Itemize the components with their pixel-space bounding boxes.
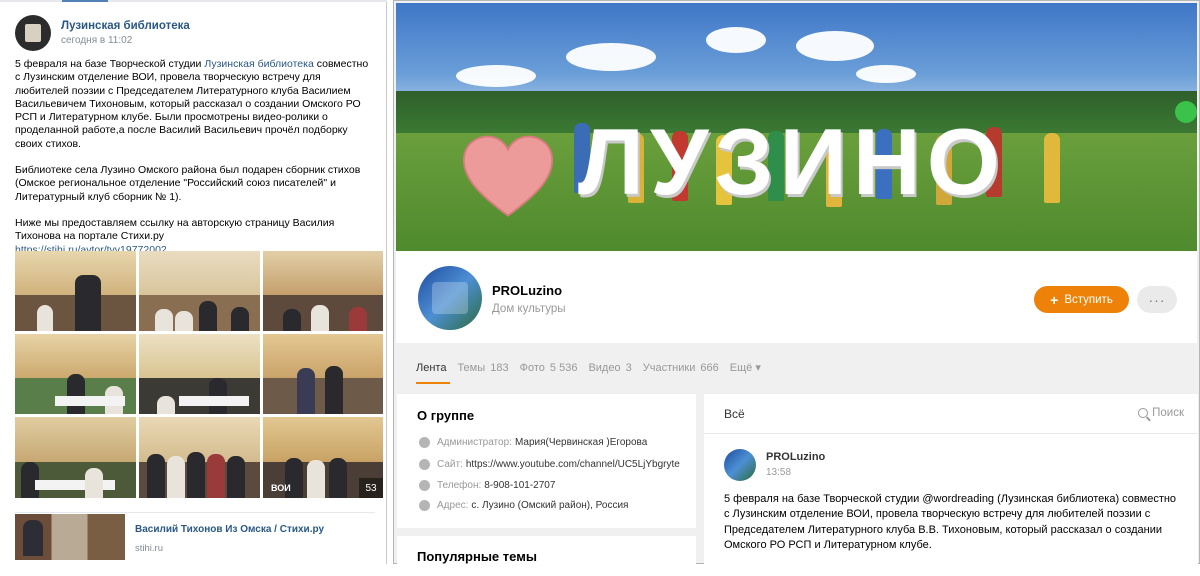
tab-members-count: 666 [700, 361, 719, 374]
post-time: 13:58 [766, 467, 792, 478]
vk-text-part1: 5 февраля на базе Творческой студии [15, 58, 205, 70]
vk-link-card-thumbnail[interactable] [15, 514, 125, 560]
ok-feed-card: Всё Поиск PROLuzino 13:58 5 февраля на б… [704, 394, 1198, 569]
popular-topics-card: Популярные темы [397, 536, 696, 576]
vk-photo-7[interactable] [15, 417, 136, 498]
green-balloon-icon [1175, 101, 1197, 123]
vk-photo-more-count[interactable]: 53 [359, 478, 383, 498]
ok-group-type: Дом культуры [492, 303, 566, 315]
vk-photo-1[interactable] [15, 251, 136, 331]
vk-photo-5[interactable] [139, 334, 260, 414]
vk-photo-label: ВОИ [271, 483, 291, 493]
vk-post-time[interactable]: сегодня в 11:02 [61, 35, 190, 46]
phone-icon [419, 480, 430, 491]
vk-link-card[interactable]: Василий Тихонов Из Омска / Стихи.ру stih… [15, 512, 375, 560]
vk-post-header: Лузинская библиотека сегодня в 11:02 [15, 15, 190, 51]
ok-group-header-card: ЛУЗИНО PROLuzino Дом культуры + Вступить… [396, 3, 1197, 384]
feed-header: Всё Поиск [704, 394, 1198, 434]
admin-name[interactable]: Мария(Червинская )Егорова [515, 437, 647, 448]
ok-group-tabs: Лента Темы 183 Фото 5 536 Видео 3 Участн… [416, 361, 772, 375]
about-phone-row: Телефон: 8-908-101-2707 [419, 480, 555, 491]
vk-post-panel: Лузинская библиотека сегодня в 11:02 5 ф… [0, 0, 387, 564]
more-options-button[interactable]: ··· [1137, 286, 1177, 313]
post-text: 5 февраля на базе Творческой студии @wor… [724, 493, 1177, 551]
about-group-card: О группе Администратор: Мария(Червинская… [397, 394, 696, 528]
vk-text-part2: совместно с Лузинским отделение ВОИ, про… [15, 58, 369, 150]
post-author-name[interactable]: PROLuzino [766, 451, 825, 463]
active-tab-indicator [416, 382, 450, 384]
location-pin-icon [419, 500, 430, 511]
vk-post-text: 5 февраля на базе Творческой студии Лузи… [15, 58, 375, 257]
tab-members[interactable]: Участники 666 [643, 362, 719, 374]
ok-group-page: ЛУЗИНО PROLuzino Дом культуры + Вступить… [393, 0, 1200, 576]
vk-text-paragraph3: Ниже мы предоставляем ссылку на авторску… [15, 216, 335, 243]
ok-cover-photo[interactable]: ЛУЗИНО [396, 3, 1197, 251]
globe-icon [419, 459, 430, 470]
vk-photo-grid: ВОИ 53 [15, 251, 383, 498]
site-link[interactable]: https://www.youtube.com/channel/UC5LjYbg… [466, 459, 680, 470]
vk-photo-9[interactable]: ВОИ 53 [263, 417, 383, 498]
about-group-title: О группе [417, 408, 475, 423]
about-address-row: Адрес: с. Лузино (Омский район), Россия [419, 500, 628, 511]
vk-photo-8[interactable] [139, 417, 260, 498]
tab-topics[interactable]: Темы 183 [457, 362, 508, 374]
tab-feed[interactable]: Лента [416, 362, 446, 374]
vk-mention-link[interactable]: Лузинская библиотека [204, 58, 313, 70]
vk-link-card-domain: stihi.ru [135, 543, 163, 554]
heart-sculpture-icon [462, 135, 554, 217]
ok-cover-word: ЛУЗИНО [578, 109, 1006, 214]
ok-group-name[interactable]: PROLuzino [492, 283, 562, 298]
plus-icon: + [1050, 291, 1059, 308]
join-button[interactable]: + Вступить [1034, 286, 1129, 313]
vk-top-tab-indicator [0, 0, 387, 2]
vk-photo-4[interactable] [15, 334, 136, 414]
post-author-avatar[interactable] [724, 449, 756, 481]
tab-photos-count: 5 536 [549, 361, 578, 374]
about-site-row: Сайт: https://www.youtube.com/channel/UC… [419, 459, 680, 470]
tab-videos-count: 3 [625, 361, 632, 374]
join-button-label: Вступить [1064, 293, 1113, 306]
tab-more[interactable]: Ещё ▾ [730, 361, 761, 374]
address-value[interactable]: с. Лузино (Омский район), Россия [471, 500, 628, 511]
vk-link-card-title[interactable]: Василий Тихонов Из Омска / Стихи.ру [135, 524, 324, 535]
ok-group-avatar[interactable] [418, 266, 482, 330]
vk-group-name[interactable]: Лузинская библиотека [61, 20, 190, 32]
feed-filter-all[interactable]: Всё [724, 407, 745, 421]
vk-photo-2[interactable] [139, 251, 260, 331]
popular-topics-title: Популярные темы [417, 549, 537, 564]
tab-videos[interactable]: Видео 3 [588, 362, 631, 374]
tab-photos[interactable]: Фото 5 536 [520, 362, 578, 374]
vk-photo-6[interactable] [263, 334, 383, 414]
search-icon [1138, 408, 1149, 418]
shield-icon [419, 437, 430, 448]
vk-group-avatar[interactable] [15, 15, 51, 51]
vk-text-paragraph2: Библиотеке села Лузино Омского района бы… [15, 164, 361, 203]
phone-number[interactable]: 8-908-101-2707 [484, 480, 555, 491]
tab-topics-count: 183 [490, 361, 509, 374]
about-admin-row: Администратор: Мария(Червинская )Егорова [419, 437, 647, 448]
vk-photo-3[interactable] [263, 251, 383, 331]
feed-search-button[interactable]: Поиск [1138, 407, 1184, 419]
